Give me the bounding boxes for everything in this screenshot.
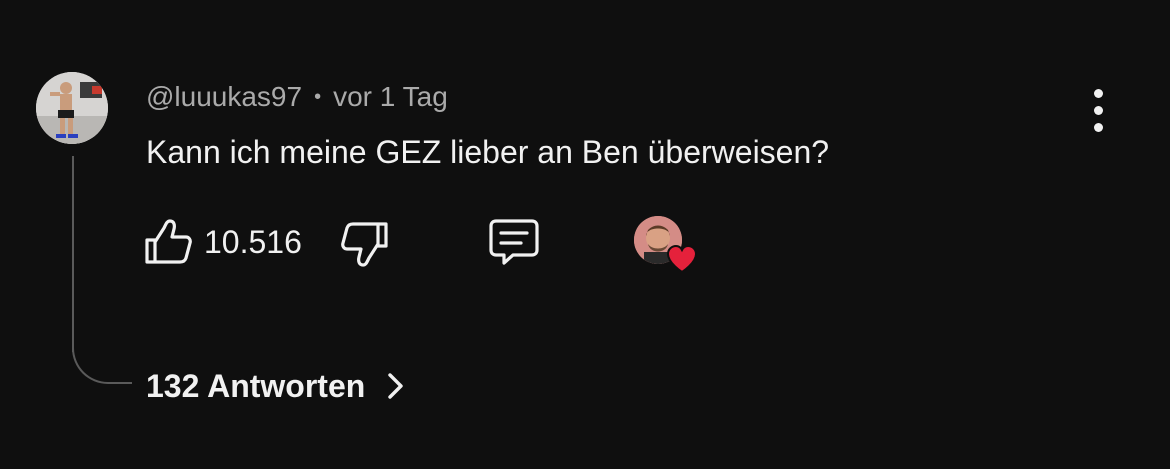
comment-text: Kann ich meine GEZ lieber an Ben überwei… bbox=[146, 134, 830, 170]
author-avatar[interactable] bbox=[36, 72, 108, 144]
replies-count-label: 132 Antworten bbox=[146, 367, 366, 404]
like-button[interactable] bbox=[143, 218, 193, 266]
thread-curve bbox=[72, 336, 132, 384]
replies-link[interactable]: 132 Antworten bbox=[146, 364, 407, 408]
comment-time[interactable]: vor 1 Tag bbox=[333, 81, 448, 112]
meta-separator: • bbox=[314, 86, 322, 108]
thread-line bbox=[72, 156, 74, 352]
comment-icon bbox=[489, 219, 539, 265]
thumb-down-icon bbox=[341, 222, 388, 267]
chevron-right-icon bbox=[388, 373, 403, 399]
like-count: 10.516 bbox=[204, 224, 302, 260]
thumb-up-icon bbox=[145, 219, 192, 264]
more-vertical-icon bbox=[1093, 88, 1103, 98]
creator-heart-badge bbox=[634, 216, 700, 274]
more-options-button[interactable] bbox=[1078, 86, 1118, 134]
reply-button[interactable] bbox=[486, 216, 542, 268]
heart-icon bbox=[666, 244, 698, 274]
more-vertical-dot bbox=[1093, 105, 1103, 115]
avatar-photo bbox=[36, 72, 108, 144]
dislike-button[interactable] bbox=[340, 220, 390, 268]
comment-author[interactable]: @luuukas97 bbox=[146, 81, 302, 112]
more-vertical-dot bbox=[1093, 122, 1103, 132]
comment-meta: @luuukas97 • vor 1 Tag bbox=[146, 80, 448, 114]
